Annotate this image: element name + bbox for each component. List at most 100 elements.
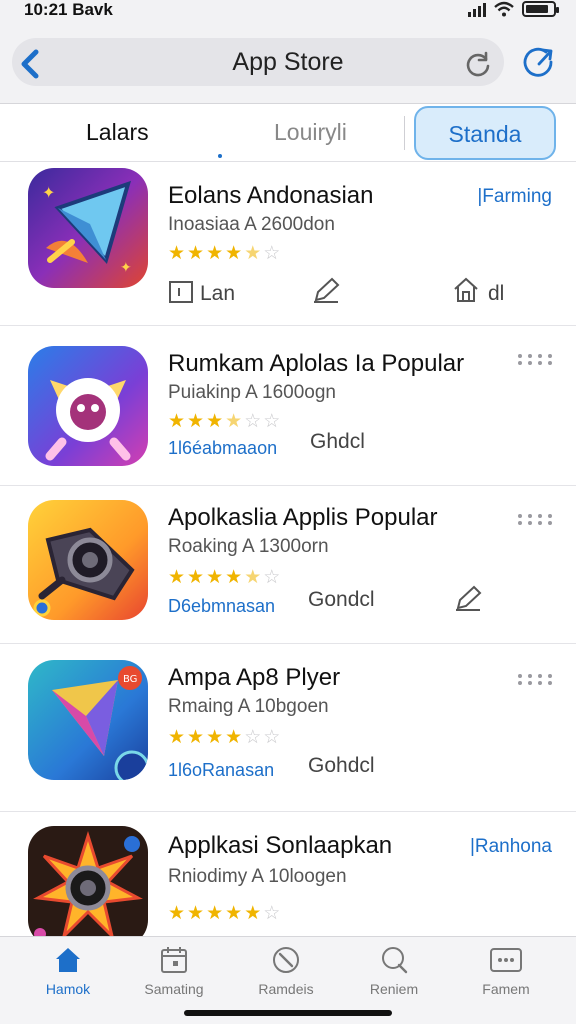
app-subtitle: Rniodimy A 10loogen [168,866,347,887]
square-icon[interactable] [168,278,196,306]
get-button[interactable]: Gondcl [308,588,375,612]
star-icon: ★ [168,727,186,748]
star-rating: ★ ★ ★ ★ ★ ☆ [168,566,280,589]
tab-indicator-dot [218,154,222,158]
developer-link[interactable]: 1l6oRanasan [168,760,274,781]
tab-ramdeis[interactable]: Ramdeis [236,945,336,1005]
battery-icon [522,1,559,17]
segmented-tabs: Lalars Louiryli Standa [0,104,576,162]
tab-home[interactable]: Hamok [18,945,118,1005]
star-icon: ★ [168,411,186,432]
star-icon: ★ [206,903,224,924]
star-rating: ★ ★ ★ ★ ☆ ☆ [168,410,280,433]
more-icon [490,948,522,972]
app-subtitle: Inoasiaa A 2600don [168,214,335,235]
svg-text:✦: ✦ [42,183,55,202]
app-icon-burst[interactable] [28,826,148,946]
app-title: Apolkaslia Applis Popular [168,504,438,531]
category-tag[interactable]: |Ranhona [470,836,552,858]
calendar-icon [161,947,187,973]
star-icon: ★ [187,411,205,432]
home-icon[interactable] [452,276,480,304]
app-subtitle: Roaking A 1300orn [168,536,329,557]
tab-lalars[interactable]: Lalars [86,104,149,160]
star-rating: ★ ★ ★ ★ ☆ ☆ [168,726,280,749]
tab-label: Ramdeis [258,981,314,997]
home-icon [56,948,80,972]
star-icon: ★ [225,903,243,924]
star-icon: ★ [244,903,262,924]
star-icon: ☆ [263,243,281,264]
star-icon: ★ [187,727,205,748]
share-icon[interactable] [522,46,556,80]
tab-famem[interactable]: Famem [456,945,556,1005]
app-icon-creature[interactable] [28,346,148,466]
app-title: Ampa Ap8 Plyer [168,664,341,691]
tab-divider [404,116,405,150]
star-icon: ☆ [244,411,262,432]
list-item[interactable]: ✦ ✦ Eolans Andonasian Inoasiaa A 2600don… [0,162,576,326]
star-icon: ☆ [263,411,281,432]
tab-label: Hamok [45,981,91,997]
category-tag[interactable]: |Farming [477,186,552,208]
star-icon: ★ [206,567,224,588]
list-item[interactable]: Applkasi Sonlaapkan Rniodimy A 10loogen … [0,812,576,946]
more-options-icon[interactable] [518,354,552,366]
star-icon: ★ [244,243,262,264]
status-bar: 10:21 Bavk [0,0,576,24]
tab-label: Reniem [369,981,419,997]
star-icon: ☆ [263,567,281,588]
wifi-icon [494,1,514,17]
app-subtitle: Rmaing A 10bgoen [168,696,329,717]
developer-link[interactable]: 1l6éabmaaon [168,438,277,459]
edit-icon[interactable] [312,276,340,304]
star-icon: ☆ [244,727,262,748]
status-time: 10:21 Bavk [24,0,113,19]
more-options-icon[interactable] [518,514,552,526]
app-icon-kite[interactable]: BG [28,660,148,780]
get-button[interactable]: Gohdcl [308,754,375,778]
app-icon-rocket[interactable]: ✦ ✦ [28,168,148,288]
star-icon: ☆ [263,903,281,924]
svg-text:✦: ✦ [120,260,132,276]
app-title: Applkasi Sonlaapkan [168,832,393,859]
compass-icon [273,947,299,973]
signal-icon [468,1,486,17]
action-label[interactable]: dl [488,282,504,306]
tab-samating[interactable]: Samating [124,945,224,1005]
app-subtitle: Puiakinp A 1600ogn [168,382,336,403]
star-icon: ★ [187,567,205,588]
more-options-icon[interactable] [518,674,552,686]
get-button[interactable]: Ghdcl [310,430,365,454]
star-icon: ☆ [263,727,281,748]
search-icon [382,947,408,974]
star-icon: ★ [225,567,243,588]
star-icon: ★ [206,727,224,748]
developer-link[interactable]: D6ebmnasan [168,596,275,617]
tab-louiryli[interactable]: Louiryli [274,104,347,160]
star-rating: ★ ★ ★ ★ ★ ☆ [168,902,280,925]
svg-text:BG: BG [123,674,137,685]
list-item[interactable]: Apolkaslia Applis Popular Roaking A 1300… [0,486,576,644]
star-icon: ★ [206,411,224,432]
edit-icon[interactable] [454,584,482,612]
tab-label: Samating [144,981,204,997]
star-icon: ★ [168,567,186,588]
list-item[interactable]: BG Ampa Ap8 Plyer Rmaing A 10bgoen ★ ★ ★ ★ ☆… [0,644,576,812]
star-icon: ★ [244,567,262,588]
action-label[interactable]: Lan [200,282,235,306]
reload-icon[interactable] [464,50,492,78]
star-icon: ★ [225,411,243,432]
star-icon: ★ [225,727,243,748]
tab-reniem[interactable]: Reniem [344,945,444,1005]
navigation-bar: App Store [0,24,576,104]
tab-label: Famem [482,981,530,997]
app-title: Rumkam Aplolas Ia Popular [168,350,465,377]
tab-standa[interactable]: Standa [414,106,556,160]
list-item[interactable]: Rumkam Aplolas Ia Popular Puiakinp A 160… [0,326,576,486]
app-icon-spaceship[interactable] [28,500,148,620]
app-title: Eolans Andonasian [168,182,374,209]
star-icon: ★ [206,243,224,264]
star-icon: ★ [168,903,186,924]
status-icons [468,1,559,17]
